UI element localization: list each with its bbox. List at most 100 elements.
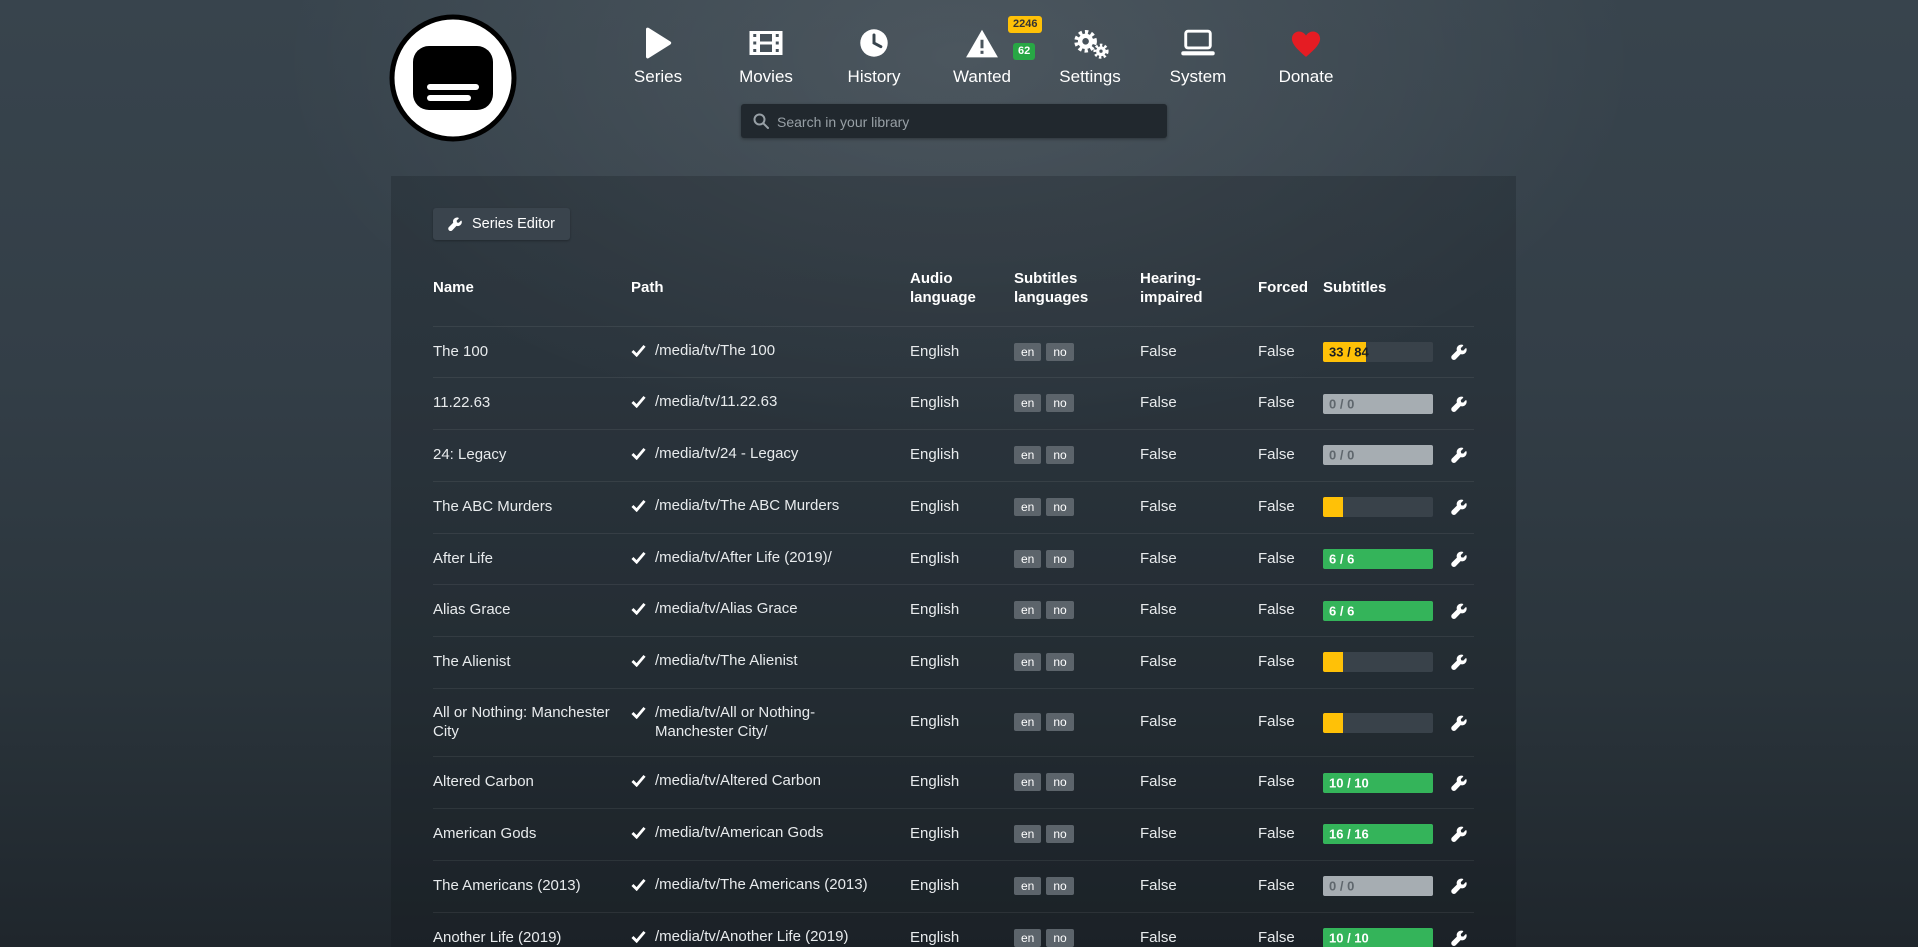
check-icon (631, 654, 646, 673)
series-name-link[interactable]: After Life (433, 550, 631, 569)
nav-item-history[interactable]: History (820, 20, 928, 87)
check-icon (631, 447, 646, 466)
nav-item-movies[interactable]: Movies (712, 20, 820, 87)
nav-item-system[interactable]: System (1144, 20, 1252, 87)
language-badge: no (1046, 498, 1073, 516)
heart-icon (1289, 20, 1323, 66)
edit-series-button[interactable] (1449, 824, 1470, 844)
wrench-icon (1451, 551, 1468, 567)
series-name-link[interactable]: The Alienist (433, 653, 631, 672)
audio-language-value: English (910, 446, 1014, 465)
search-icon (753, 113, 769, 129)
check-icon (631, 602, 646, 621)
hearing-impaired-value: False (1140, 446, 1258, 465)
table-row: 11.22.63 /media/tv/11.22.63 English enno… (433, 377, 1474, 429)
audio-language-value: English (910, 929, 1014, 947)
progress-label: 0 / 0 (1329, 397, 1354, 410)
hearing-impaired-value: False (1140, 653, 1258, 672)
language-badge: no (1046, 825, 1073, 843)
language-badge: en (1014, 773, 1041, 791)
language-badge: no (1046, 773, 1073, 791)
table-row: The 100 /media/tv/The 100 English enno F… (433, 326, 1474, 378)
edit-series-button[interactable] (1449, 445, 1470, 465)
series-path: /media/tv/The Alienist (655, 652, 798, 671)
subtitles-progress-bar: 10 / 10 (1323, 773, 1433, 793)
search-bar (741, 104, 1167, 138)
edit-series-button[interactable] (1449, 652, 1470, 672)
clock-icon (858, 20, 890, 66)
series-name-link[interactable]: 11.22.63 (433, 394, 631, 413)
wrench-icon (1451, 603, 1468, 619)
edit-series-button[interactable] (1449, 713, 1470, 733)
nav-label: History (848, 67, 901, 87)
laptop-icon (1179, 20, 1217, 66)
series-name-link[interactable]: The ABC Murders (433, 498, 631, 517)
nav-label: Movies (739, 67, 793, 87)
nav-item-settings[interactable]: Settings (1036, 20, 1144, 87)
subtitles-progress-bar (1323, 652, 1433, 672)
series-path: /media/tv/All or Nothing- Manchester Cit… (655, 704, 896, 742)
edit-series-button[interactable] (1449, 876, 1470, 896)
series-path-cell: /media/tv/11.22.63 (631, 393, 910, 414)
edit-series-button[interactable] (1449, 773, 1470, 793)
audio-language-value: English (910, 394, 1014, 413)
nav-label: Series (634, 67, 682, 87)
series-name-link[interactable]: Alias Grace (433, 601, 631, 620)
language-badge: no (1046, 877, 1073, 895)
wrench-icon (448, 217, 463, 231)
table-row: All or Nothing: Manchester City /media/t… (433, 688, 1474, 757)
wrench-icon (1451, 344, 1468, 360)
subtitles-languages-cell: enno (1014, 929, 1140, 947)
table-row: The ABC Murders /media/tv/The ABC Murder… (433, 481, 1474, 533)
series-editor-button[interactable]: Series Editor (433, 208, 570, 240)
wrench-icon (1451, 654, 1468, 670)
series-name-link[interactable]: All or Nothing: Manchester City (433, 704, 631, 742)
series-path-cell: /media/tv/After Life (2019)/ (631, 549, 910, 570)
language-badge: no (1046, 713, 1073, 731)
hearing-impaired-value: False (1140, 394, 1258, 413)
series-path: /media/tv/The 100 (655, 342, 775, 361)
series-name-link[interactable]: 24: Legacy (433, 446, 631, 465)
hearing-impaired-value: False (1140, 929, 1258, 947)
forced-value: False (1258, 498, 1323, 517)
progress-label: 10 / 10 (1329, 931, 1369, 944)
series-path-cell: /media/tv/American Gods (631, 824, 910, 845)
content-panel: Series Editor Name Path Audio language S… (391, 176, 1516, 947)
subtitles-progress-bar (1323, 497, 1433, 517)
check-icon (631, 499, 646, 518)
edit-series-button[interactable] (1449, 342, 1470, 362)
edit-series-button[interactable] (1449, 394, 1470, 414)
subtitles-languages-cell: enno (1014, 653, 1140, 672)
subtitles-languages-cell: enno (1014, 825, 1140, 844)
series-name-link[interactable]: Altered Carbon (433, 773, 631, 792)
language-badge: en (1014, 394, 1041, 412)
app-logo[interactable] (389, 14, 517, 142)
edit-series-button[interactable] (1449, 549, 1470, 569)
table-row: Alias Grace /media/tv/Alias Grace Englis… (433, 584, 1474, 636)
bazarr-logo-icon (389, 14, 517, 142)
language-badge: no (1046, 394, 1073, 412)
series-name-link[interactable]: The Americans (2013) (433, 877, 631, 896)
wanted-badge-movies: 62 (1013, 43, 1035, 60)
hearing-impaired-value: False (1140, 877, 1258, 896)
series-path: /media/tv/11.22.63 (655, 393, 777, 412)
edit-series-button[interactable] (1449, 497, 1470, 517)
nav-item-wanted[interactable]: Wanted 2246 62 (928, 20, 1036, 87)
hearing-impaired-value: False (1140, 343, 1258, 362)
col-header-name: Name (433, 279, 631, 298)
language-badge: no (1046, 343, 1073, 361)
series-name-link[interactable]: Another Life (2019) (433, 929, 631, 947)
series-path: /media/tv/Alias Grace (655, 600, 798, 619)
check-icon (631, 344, 646, 363)
forced-value: False (1258, 653, 1323, 672)
series-name-link[interactable]: The 100 (433, 343, 631, 362)
audio-language-value: English (910, 343, 1014, 362)
series-name-link[interactable]: American Gods (433, 825, 631, 844)
play-icon (644, 20, 672, 66)
edit-series-button[interactable] (1449, 928, 1470, 947)
nav-item-series[interactable]: Series (604, 20, 712, 87)
col-header-path: Path (631, 279, 910, 298)
search-input[interactable] (775, 104, 1159, 140)
edit-series-button[interactable] (1449, 601, 1470, 621)
nav-item-donate[interactable]: Donate (1252, 20, 1360, 87)
